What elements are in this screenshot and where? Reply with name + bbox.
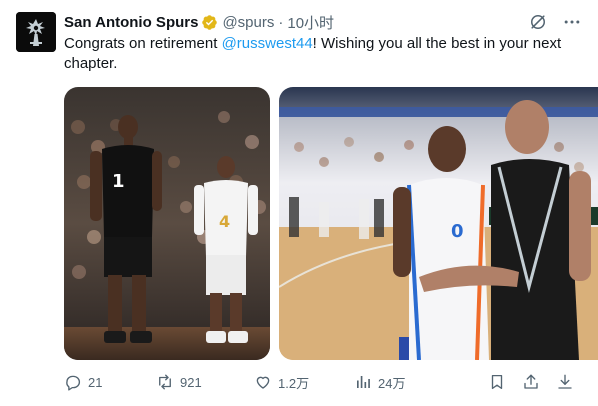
tweet[interactable]: San Antonio Spurs @spurs · 10小时 Congrats… [0, 0, 598, 406]
svg-text:4: 4 [219, 212, 230, 231]
repost-icon [156, 373, 174, 391]
avatar[interactable] [16, 12, 56, 52]
tweet-text: Congrats on retirement @russwest44! Wish… [64, 34, 584, 74]
download-icon[interactable] [556, 373, 574, 391]
share-icon[interactable] [522, 373, 540, 391]
photo-spurs-players-icon: 1 4 [64, 87, 270, 360]
header-actions [528, 12, 582, 32]
author-handle[interactable]: @spurs [222, 14, 274, 31]
views-button[interactable]: 24万 [354, 370, 436, 394]
mention-link[interactable]: @russwest44 [222, 35, 313, 52]
tweet-timestamp[interactable]: 10小时 [287, 12, 334, 33]
tweet-header: San Antonio Spurs @spurs · 10小时 [64, 12, 582, 32]
media-grid: 1 4 0 [64, 87, 598, 360]
analytics-icon [354, 373, 372, 391]
like-count: 1.2万 [278, 375, 310, 391]
like-button[interactable]: 1.2万 [254, 370, 344, 394]
reply-button[interactable]: 21 [64, 370, 140, 394]
spurs-logo-icon [16, 12, 56, 52]
separator-dot: · [278, 13, 284, 31]
secondary-actions [488, 373, 574, 391]
repost-button[interactable]: 921 [156, 370, 238, 394]
grok-icon[interactable] [528, 12, 548, 32]
verified-badge-icon [201, 14, 218, 31]
author-name[interactable]: San Antonio Spurs [64, 14, 198, 31]
reply-count: 21 [88, 374, 103, 390]
svg-text:1: 1 [112, 171, 125, 192]
tweet-actions: 21 921 1.2万 24万 [64, 370, 574, 394]
more-options-icon[interactable] [562, 12, 582, 32]
reply-icon [64, 373, 82, 391]
bookmark-icon[interactable] [488, 373, 506, 391]
tweet-text-before: Congrats on retirement [64, 35, 222, 52]
svg-text:0: 0 [451, 221, 464, 242]
media-photo-1[interactable]: 1 4 [64, 87, 270, 360]
repost-count: 921 [180, 374, 202, 390]
views-count: 24万 [378, 375, 406, 391]
media-photo-2[interactable]: 0 [279, 87, 598, 360]
photo-handshake-icon: 0 [279, 87, 598, 360]
heart-icon [254, 373, 272, 391]
